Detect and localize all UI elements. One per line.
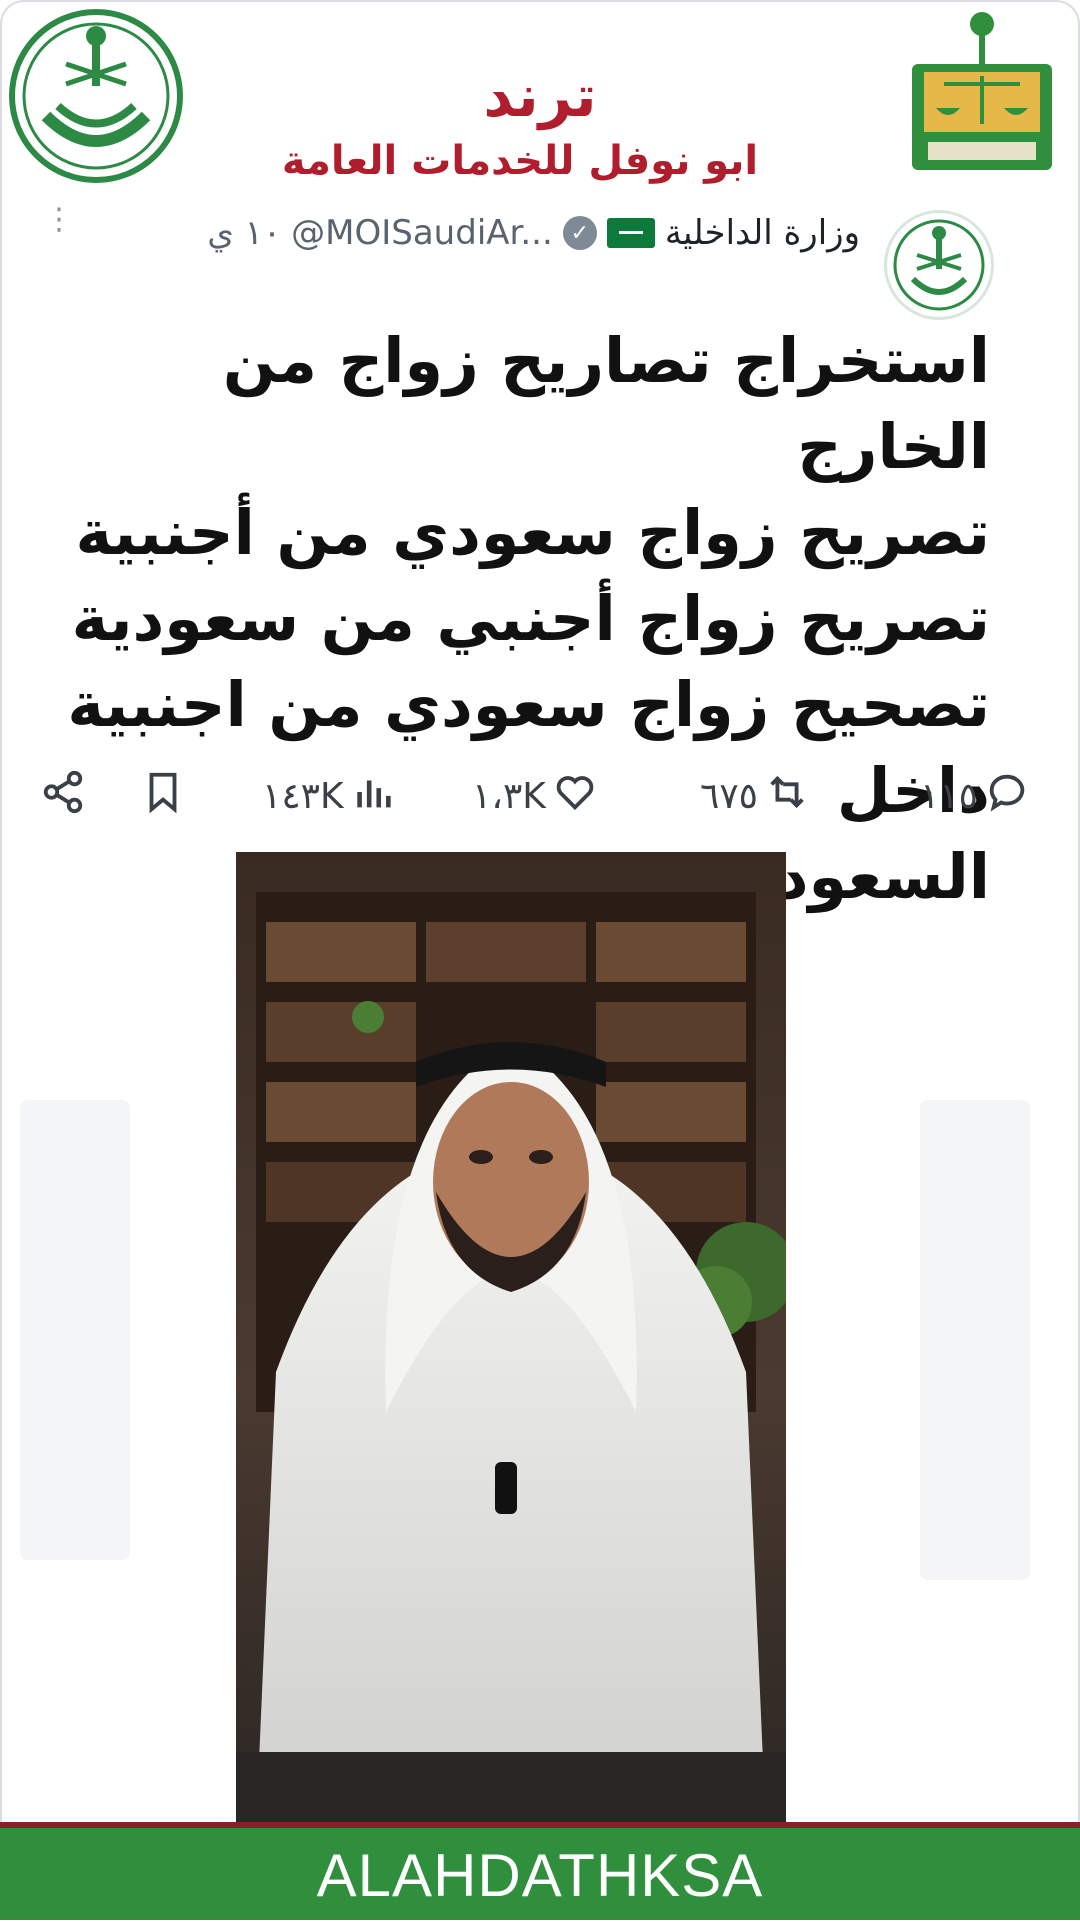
saudi-flag-icon [606,218,655,248]
tweet-line: تصريح زواج سعودي من أجنبية [75,496,990,569]
trend-title: ترند [483,62,597,130]
bookmark-icon [140,769,186,824]
heart-icon [552,769,598,824]
tweet-author-row: وزارة الداخلية ✓ @MOISaudiAr... ١٠ ي [40,208,860,258]
analytics-icon [350,769,396,824]
author-avatar[interactable] [884,210,994,320]
author-handle[interactable]: @MOISaudiAr... [291,213,553,253]
retweets-count: ٦٧٥ [700,775,759,817]
video-player[interactable] [236,852,786,1830]
views-button[interactable]: ١٤٣K [262,768,396,824]
author-name[interactable]: وزارة الداخلية [665,213,860,253]
likes-count: ١،٣K [472,775,546,817]
ministry-of-interior-emblem [6,6,186,186]
tweet-line: استخراج تصاريح زواج من الخارج [222,324,990,483]
like-button[interactable]: ١،٣K [472,768,598,824]
channel-watermark: ALAHDATHKSA [0,1828,1080,1920]
reply-icon [984,769,1030,824]
post-time: ١٠ ي [207,213,282,253]
background-watermark [20,1100,130,1560]
replies-count: ١١٥ [920,775,979,817]
retweet-button[interactable]: ٦٧٥ [700,768,810,824]
more-options-icon[interactable]: ⋮ [44,205,74,254]
tweet-action-bar: ١٤٣K ١،٣K ٦٧٥ ١١٥ [30,768,1030,824]
share-icon [40,769,86,824]
share-button[interactable] [40,768,86,824]
trend-subtitle: ابو نوفل للخدمات العامة [281,138,759,184]
ministry-of-justice-emblem [908,4,1056,174]
tweet-text: استخراج تصاريح زواج من الخارج تصريح زواج… [24,318,990,920]
tweet-line: تصريح زواج أجنبي من سعودية [71,582,990,655]
verified-badge-icon: ✓ [562,216,597,250]
bookmark-button[interactable] [140,768,186,824]
video-thumbnail [236,852,786,1830]
background-watermark [920,1100,1030,1580]
retweet-icon [764,769,810,824]
views-count: ١٤٣K [262,775,344,817]
reply-button[interactable]: ١١٥ [920,768,1030,824]
